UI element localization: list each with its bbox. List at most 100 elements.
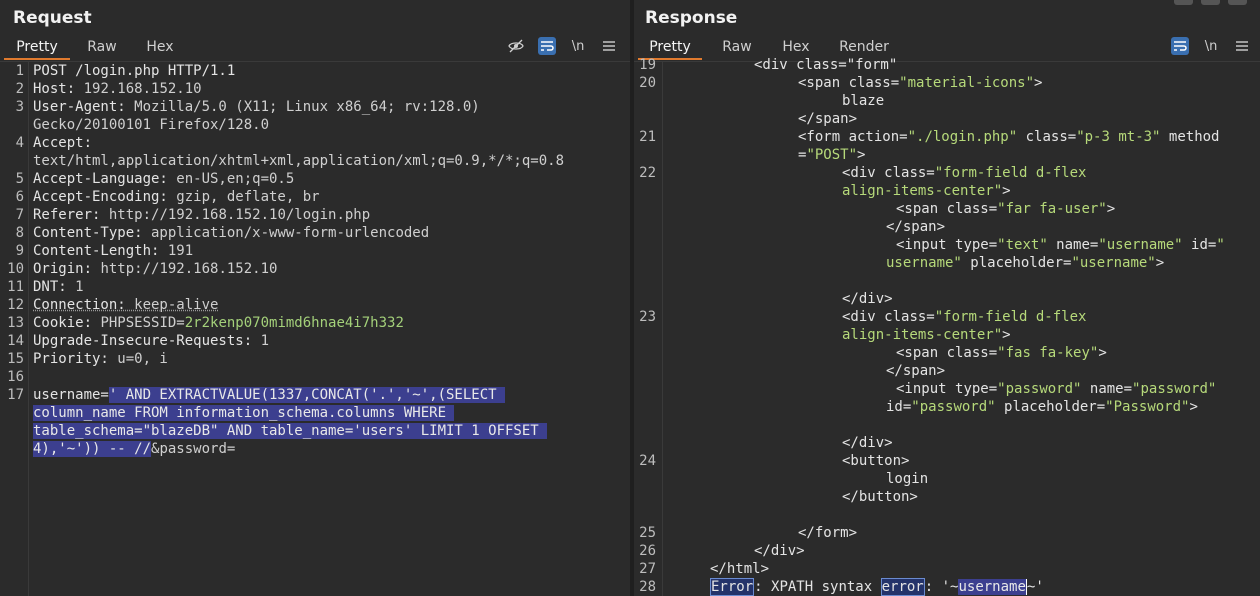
- html-token: >: [1034, 75, 1043, 91]
- code-line: username" placeholder="username">: [886, 254, 1164, 272]
- html-token: placeholder=: [995, 399, 1106, 415]
- request-tab-hex[interactable]: Hex: [134, 36, 186, 58]
- line-number: 13: [7, 315, 24, 331]
- code-line: username=' AND EXTRACTVALUE(1337,CONCAT(…: [33, 386, 506, 404]
- code-line: login: [886, 470, 928, 488]
- html-token: username": [886, 255, 962, 271]
- html-token: <span: [896, 201, 947, 217]
- html-token: </span>: [798, 111, 858, 127]
- code-line: Gecko/20100101 Firefox/128.0: [33, 116, 269, 134]
- hide-icon[interactable]: [507, 37, 525, 55]
- code-line: <form action="./login.php" class="p-3 mt…: [798, 128, 1220, 146]
- line-number: 3: [15, 99, 24, 115]
- html-token: class=: [884, 165, 935, 181]
- line-number: 5: [15, 171, 24, 187]
- code-line: </div>: [842, 434, 893, 452]
- wrap-lines-icon[interactable]: [538, 37, 556, 55]
- header-name: Content-Length:: [33, 243, 160, 259]
- header-name: Host:: [33, 81, 76, 97]
- html-token: placeholder=: [961, 255, 1072, 271]
- html-token: <div: [842, 309, 885, 325]
- html-token: "far fa-user": [997, 201, 1107, 217]
- header-value: PHPSESSID=: [92, 315, 185, 331]
- line-number: 11: [7, 279, 24, 295]
- line-number: 8: [15, 225, 24, 241]
- line-number: 12: [7, 297, 24, 313]
- code-line: </div>: [754, 542, 805, 560]
- header-value: keep-alive: [125, 297, 219, 313]
- header-value: Mozilla/5.0 (X11; Linux x86_64; rv:128.0…: [125, 99, 480, 115]
- response-tab-render[interactable]: Render: [832, 36, 896, 58]
- code-line: POST /login.php HTTP/1.1: [33, 62, 235, 80]
- html-token: "./login.php": [907, 129, 1018, 145]
- header-name: Connection:: [33, 297, 126, 313]
- code-line: <button>: [842, 452, 909, 470]
- html-token: "Password": [1105, 399, 1190, 415]
- html-token: <input: [896, 237, 956, 253]
- code-line: Referer: http://192.168.152.10/login.php: [33, 206, 370, 224]
- request-tab-raw[interactable]: Raw: [78, 36, 126, 58]
- newline-toggle-button[interactable]: \n: [1202, 37, 1220, 55]
- line-number: 23: [639, 309, 656, 325]
- selected-payload: table_schema="blazeDB" AND table_name='u…: [33, 423, 548, 439]
- line-number: 22: [639, 165, 656, 181]
- html-token: class=: [946, 345, 998, 361]
- code-line: <input type="text" name="username" id=": [896, 236, 1225, 254]
- html-token: </html>: [710, 561, 770, 577]
- line-number: 4: [15, 135, 24, 151]
- html-token: <input: [896, 381, 956, 397]
- code-line: Content-Length: 191: [33, 242, 193, 260]
- header-name: User-Agent:: [33, 99, 126, 115]
- html-token: type=: [955, 237, 998, 253]
- request-tab-pretty[interactable]: Pretty: [4, 36, 70, 60]
- html-token: ": [1216, 237, 1225, 253]
- newline-toggle-button[interactable]: \n: [569, 37, 587, 55]
- code-line: 4),'~')) -- //&password=: [33, 440, 235, 458]
- html-token: ~': [1026, 579, 1044, 595]
- html-token: class=: [848, 75, 900, 91]
- code-line: Host: 192.168.152.10: [33, 80, 202, 98]
- header-name: Content-Type:: [33, 225, 143, 241]
- code-line: Content-Type: application/x-www-form-url…: [33, 224, 429, 242]
- error-token: error: [880, 578, 925, 596]
- code-line: Accept-Language: en-US,en;q=0.5: [33, 170, 294, 188]
- html-token: id=: [886, 399, 912, 415]
- selected-payload: ' AND EXTRACTVALUE(1337,CONCAT('.','~',(…: [108, 387, 506, 403]
- response-tab-hex[interactable]: Hex: [772, 36, 820, 58]
- code-line: </html>: [710, 560, 769, 578]
- request-title: Request: [13, 8, 92, 28]
- code-line: Cookie: PHPSESSID=2r2kenp070mimd6hnae4i7…: [33, 314, 404, 332]
- html-token: "password": [997, 381, 1082, 397]
- html-token: "text": [997, 237, 1048, 253]
- code-line: Accept-Encoding: gzip, deflate, br: [33, 188, 320, 206]
- code-line: table_schema="blazeDB" AND table_name='u…: [33, 422, 548, 440]
- response-tab-raw[interactable]: Raw: [714, 36, 760, 58]
- header-name: Accept-Language:: [33, 171, 168, 187]
- code-line: blaze: [842, 92, 884, 110]
- html-token: <form: [798, 129, 849, 145]
- header-value: &password=: [151, 441, 236, 457]
- code-line: User-Agent: Mozilla/5.0 (X11; Linux x86_…: [33, 98, 480, 116]
- html-token: >: [857, 147, 866, 163]
- header-value: gzip, deflate, br: [167, 189, 320, 205]
- html-token: class=: [884, 309, 935, 325]
- code-line: </div>: [842, 290, 893, 308]
- html-fragment: <div class="form": [754, 57, 898, 73]
- header-name: Accept-Encoding:: [33, 189, 168, 205]
- line-number: 20: [639, 75, 656, 91]
- html-token: : '~: [924, 579, 959, 595]
- header-value: http://192.168.152.10/login.php: [100, 207, 371, 223]
- wrap-lines-icon[interactable]: [1171, 37, 1189, 55]
- code-line: <div class="form": [754, 56, 897, 74]
- html-token: login: [886, 471, 929, 487]
- code-line: Connection: keep-alive: [33, 296, 218, 314]
- html-token: "password": [911, 399, 996, 415]
- line-number: 17: [7, 387, 24, 403]
- html-token: name=: [1047, 237, 1099, 253]
- menu-icon[interactable]: [600, 37, 618, 55]
- line-number: 15: [7, 351, 24, 367]
- header-name: Accept:: [33, 135, 93, 151]
- html-token: name=: [1081, 381, 1133, 397]
- html-token: </div>: [754, 543, 805, 559]
- menu-icon[interactable]: [1233, 37, 1251, 55]
